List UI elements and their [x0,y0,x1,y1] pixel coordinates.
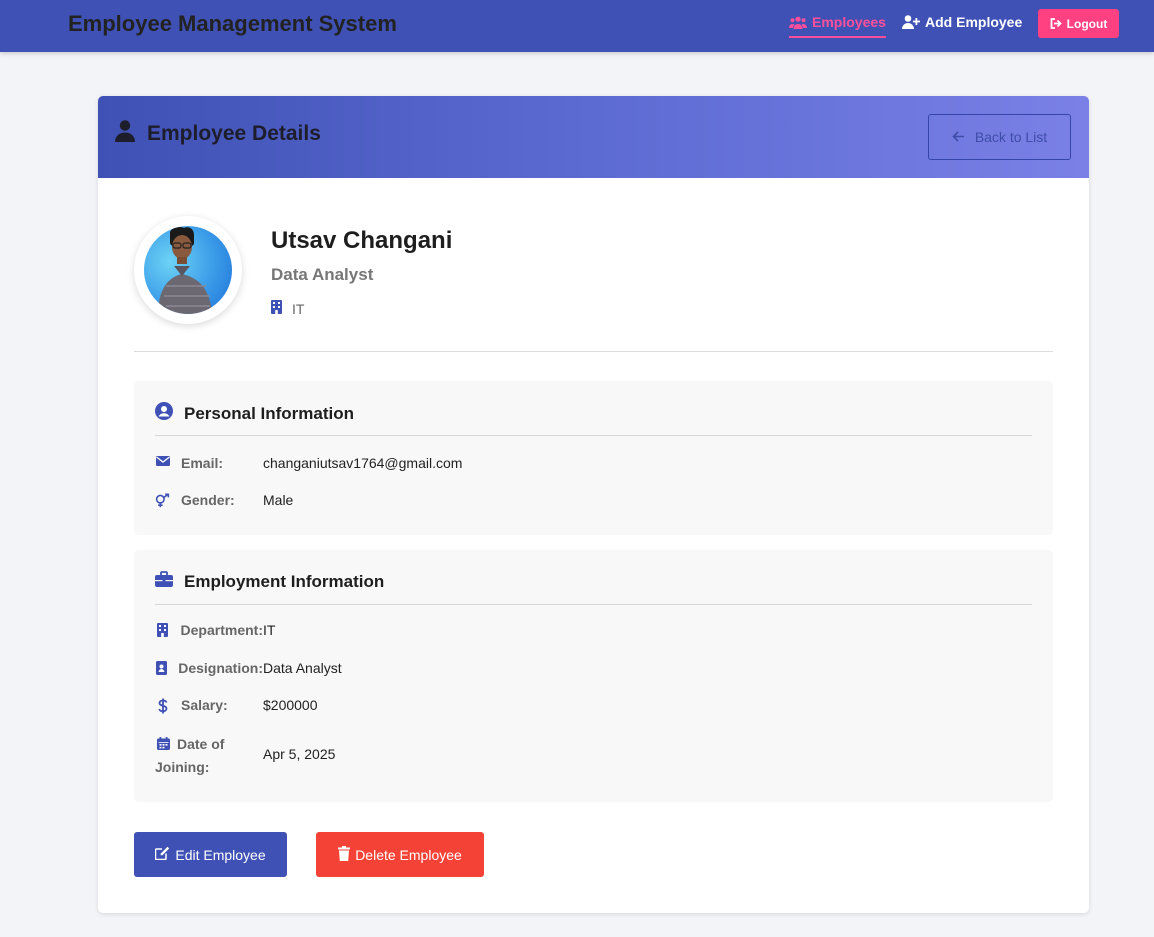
salary-label: Salary: [181,697,228,713]
dollar-icon [155,695,171,714]
briefcase-icon [155,571,173,592]
arrow-left-icon [952,129,965,145]
nav-employees-link[interactable]: Employees [789,14,886,38]
email-value: changaniutsav1764@gmail.com [263,455,463,471]
building-icon [271,300,282,317]
gender-value: Male [263,492,294,508]
envelope-icon [155,453,171,466]
logout-button[interactable]: Logout [1038,9,1119,38]
nav-employees-label: Employees [812,14,886,30]
employee-designation: Data Analyst [271,265,374,284]
delete-employee-button[interactable]: Delete Employee [316,832,484,877]
employee-details-card: Employee Details Back to List Utsav Chan… [98,96,1089,913]
card-header: Employee Details Back to List [98,96,1089,178]
designation-value: Data Analyst [263,660,342,676]
employee-department: IT [271,300,304,317]
user-icon [115,120,135,148]
back-to-list-button[interactable]: Back to List [928,114,1071,160]
personal-information-section: Personal Information Email: changaniutsa… [134,381,1053,535]
edit-employee-label: Edit Employee [175,846,266,863]
gender-label: Gender: [181,492,235,508]
building-icon [155,620,171,637]
user-plus-icon [902,15,920,29]
nav-add-employee-label: Add Employee [925,14,1023,30]
employee-department-text: IT [292,300,305,317]
profile-photo [158,227,212,314]
trash-icon [338,845,351,864]
employee-name: Utsav Changani [271,227,453,254]
designation-label: Designation: [178,660,263,676]
email-row: Email: changaniutsav1764@gmail.com [155,453,462,473]
avatar [144,226,232,314]
employment-information-section: Employment Information Department: IT De… [134,550,1053,802]
profile-divider [134,351,1053,352]
app-brand[interactable]: Employee Management System [68,11,397,37]
top-navbar: Employee Management System Employees Add… [0,0,1154,52]
section-divider [155,435,1032,436]
card-title-text: Employee Details [147,122,321,145]
department-label: Department: [180,622,263,638]
gender-row: Gender: Male [155,490,293,510]
personal-information-title: Personal Information [155,402,354,425]
department-row: Department: IT [155,620,275,640]
back-to-list-label: Back to List [974,129,1048,145]
date-of-joining-value: Apr 5, 2025 [263,746,336,762]
email-label: Email: [181,455,224,471]
delete-employee-label: Delete Employee [355,846,462,863]
date-of-joining-row: Date of Joining: Apr 5, 2025 [155,733,335,779]
user-circle-icon [155,402,173,425]
logout-label: Logout [1066,16,1108,31]
sign-out-icon [1050,18,1063,29]
avatar-frame [134,216,242,324]
department-value: IT [263,622,276,638]
salary-row: Salary: $200000 [155,695,318,715]
card-title: Employee Details [115,120,321,148]
users-icon [789,16,807,29]
edit-icon [155,846,170,863]
personal-information-title-text: Personal Information [184,403,355,423]
employment-information-title: Employment Information [155,571,384,592]
employment-information-title-text: Employment Information [184,571,385,591]
gender-icon [155,490,171,508]
designation-row: Designation: Data Analyst [155,658,342,678]
edit-employee-button[interactable]: Edit Employee [134,832,287,877]
salary-value: $200000 [263,697,318,713]
section-divider [155,604,1032,605]
calendar-icon [155,734,171,750]
nav-add-employee-link[interactable]: Add Employee [902,14,1022,30]
id-badge-icon [155,658,168,675]
